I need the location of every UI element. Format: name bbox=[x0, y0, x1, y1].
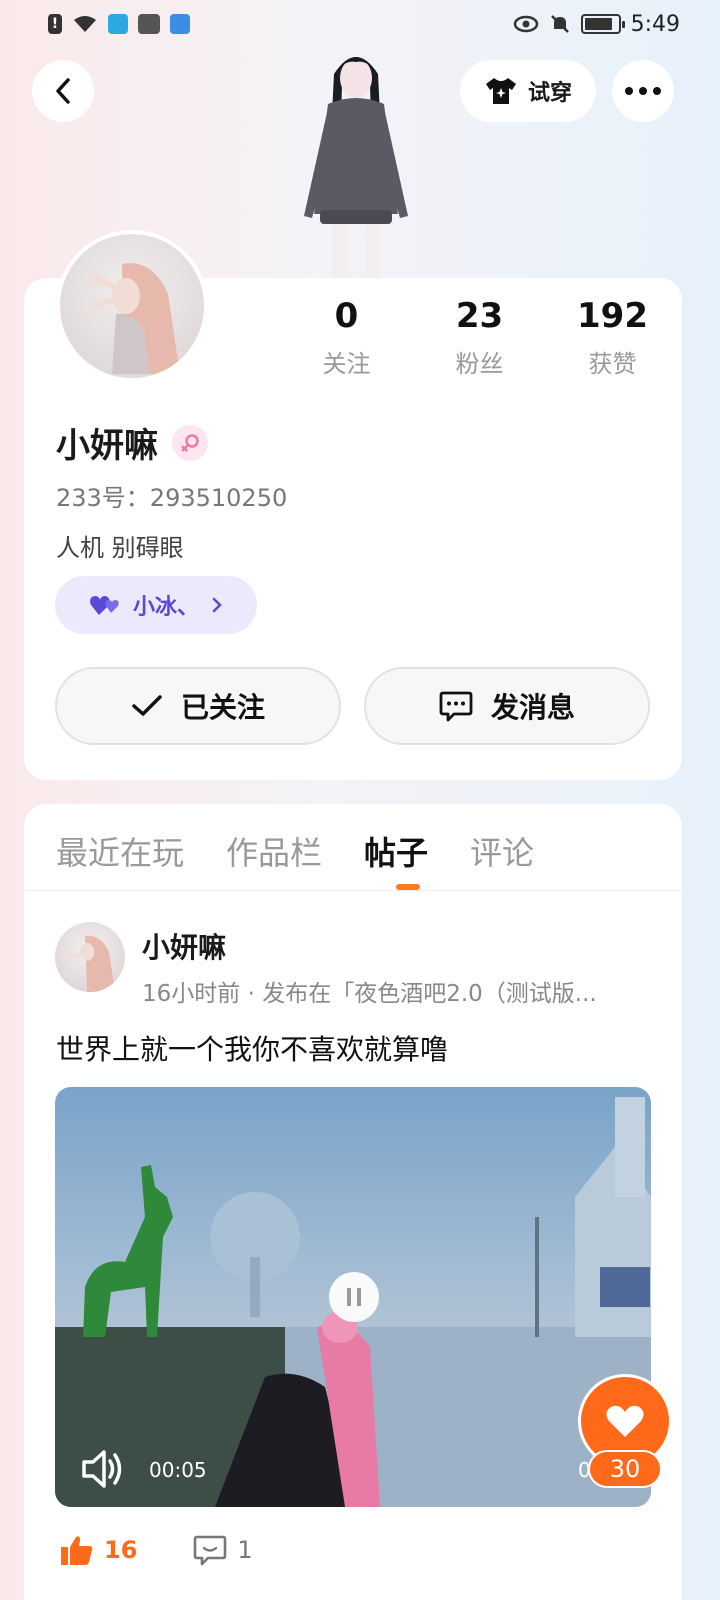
try-on-button[interactable]: 试穿 bbox=[460, 60, 596, 122]
chat-bubble-icon bbox=[439, 691, 473, 722]
post-comment-button[interactable]: 1 bbox=[193, 1534, 253, 1566]
cp-tag-label: 小冰、 bbox=[132, 595, 199, 620]
post-text: 世界上就一个我你不喜欢就算噜 bbox=[56, 1033, 449, 1066]
pause-icon bbox=[347, 1288, 361, 1306]
send-message-label: 发消息 bbox=[490, 691, 575, 724]
try-on-label: 试穿 bbox=[527, 81, 572, 106]
thumbs-up-icon bbox=[61, 1536, 93, 1565]
followed-button[interactable]: 已关注 bbox=[55, 667, 341, 745]
post-meta[interactable]: 16小时前 · 发布在「夜色酒吧2.0（测试版... bbox=[142, 974, 672, 1008]
stat-likes[interactable]: 192 获赞 bbox=[546, 296, 679, 379]
send-message-button[interactable]: 发消息 bbox=[364, 667, 650, 745]
stat-likes-label: 获赞 bbox=[588, 350, 637, 378]
app-notification-icon bbox=[108, 14, 128, 34]
profile-tabs: 最近在玩 作品栏 帖子 评论 bbox=[56, 828, 534, 874]
status-right: 5:49 bbox=[513, 12, 680, 37]
hearts-icon bbox=[90, 596, 119, 615]
comment-icon bbox=[194, 1535, 227, 1566]
status-bar: ! 5:49 bbox=[0, 0, 720, 48]
avatar[interactable] bbox=[56, 230, 208, 382]
stat-following-value: 0 bbox=[334, 296, 359, 336]
cp-relation-tag[interactable]: 小冰、 bbox=[55, 576, 257, 634]
eye-icon bbox=[513, 15, 539, 33]
back-button[interactable] bbox=[32, 60, 94, 122]
stat-fans[interactable]: 23 粉丝 bbox=[413, 296, 546, 379]
chevron-right-icon bbox=[212, 597, 222, 613]
tab-recently-played[interactable]: 最近在玩 bbox=[56, 828, 184, 874]
tab-divider bbox=[24, 890, 682, 891]
heart-icon bbox=[606, 1405, 644, 1437]
volume-button[interactable] bbox=[80, 1448, 126, 1494]
status-left: ! bbox=[48, 14, 190, 34]
battery-icon bbox=[580, 14, 625, 34]
profile-stats: 0 关注 23 粉丝 192 获赞 bbox=[280, 296, 680, 379]
speaker-icon bbox=[82, 1450, 122, 1488]
user-bio: 人机 别碍眼 bbox=[56, 534, 184, 562]
tab-posts[interactable]: 帖子 bbox=[364, 828, 428, 874]
video-current-time: 00:05 bbox=[149, 1458, 207, 1482]
user-id: 233号：293510250 bbox=[56, 484, 288, 512]
post-like-count: 16 bbox=[104, 1536, 138, 1564]
floating-like-count: 30 bbox=[588, 1450, 662, 1488]
profile-name-row: 小妍嘛 bbox=[56, 418, 208, 467]
post-like-button[interactable]: 16 bbox=[60, 1534, 137, 1566]
profile-name: 小妍嘛 bbox=[56, 426, 158, 466]
alert-icon: ! bbox=[48, 14, 62, 34]
status-time: 5:49 bbox=[630, 11, 680, 37]
bell-muted-icon bbox=[549, 13, 571, 35]
post-comment-count: 1 bbox=[237, 1536, 253, 1564]
more-options-button[interactable] bbox=[612, 60, 674, 122]
followed-label: 已关注 bbox=[180, 691, 265, 724]
checkmark-icon bbox=[132, 695, 162, 716]
tab-comments[interactable]: 评论 bbox=[470, 828, 534, 874]
tshirt-icon bbox=[485, 78, 516, 104]
stat-following[interactable]: 0 关注 bbox=[280, 296, 413, 379]
avatar-3d-model bbox=[304, 57, 408, 282]
post-author-name[interactable]: 小妍嘛 bbox=[142, 926, 226, 966]
stat-fans-label: 粉丝 bbox=[455, 350, 504, 378]
tab-works[interactable]: 作品栏 bbox=[226, 828, 322, 874]
video-pause-button[interactable] bbox=[329, 1272, 379, 1322]
wifi-icon bbox=[72, 14, 98, 34]
stat-likes-value: 192 bbox=[577, 296, 648, 336]
stat-fans-value: 23 bbox=[455, 296, 504, 336]
post-author-avatar[interactable] bbox=[55, 922, 125, 992]
female-gender-icon bbox=[172, 424, 208, 461]
cloud-notification-icon bbox=[170, 14, 190, 34]
post-actions: 16 1 bbox=[60, 1534, 253, 1566]
hms-notification-icon bbox=[138, 14, 160, 34]
more-dots-icon bbox=[625, 87, 661, 95]
chevron-left-icon bbox=[56, 78, 70, 104]
stat-following-label: 关注 bbox=[322, 350, 371, 378]
